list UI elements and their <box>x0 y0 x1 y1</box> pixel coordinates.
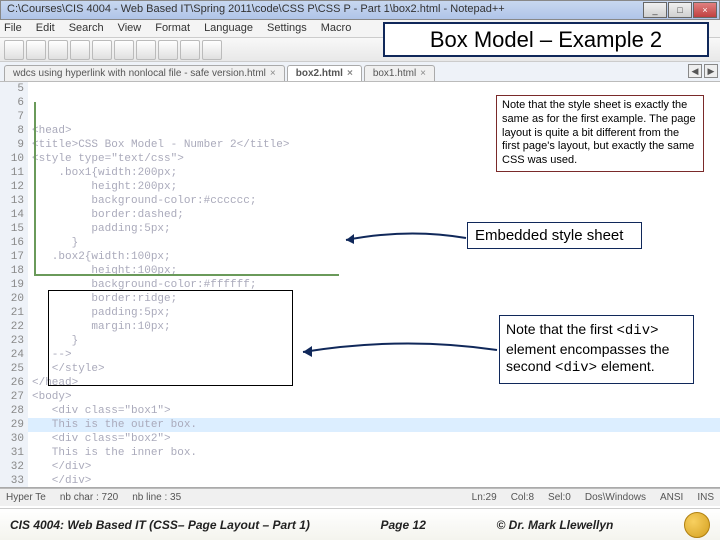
slide-title-callout: Box Model – Example 2 <box>383 22 709 57</box>
minimize-button[interactable]: _ <box>643 2 667 18</box>
code-text: <div> <box>555 360 597 376</box>
code-line: </div> <box>32 460 720 474</box>
close-icon[interactable]: × <box>420 68 426 79</box>
toolbar-button[interactable] <box>158 40 178 60</box>
arrow-to-style <box>338 226 468 250</box>
callout-nested-div: Note that the first <div> element encomp… <box>499 315 694 384</box>
close-icon[interactable]: × <box>270 68 276 79</box>
menu-settings[interactable]: Settings <box>267 22 307 35</box>
toolbar-button[interactable] <box>4 40 24 60</box>
code-line: background-color:#cccccc; <box>32 194 720 208</box>
menu-view[interactable]: View <box>118 22 142 35</box>
code-line: border:ridge; <box>32 292 720 306</box>
menu-edit[interactable]: Edit <box>36 22 55 35</box>
tab-file-1[interactable]: wdcs using hyperlink with nonlocal file … <box>4 65 285 81</box>
status-sel: Sel:0 <box>548 492 571 503</box>
toolbar-button[interactable] <box>202 40 222 60</box>
code-text: <div> <box>617 323 659 339</box>
code-line: </div> <box>32 474 720 488</box>
status-lines: nb line : 35 <box>132 492 181 503</box>
code-line: <body> <box>32 390 720 404</box>
status-col: Col:8 <box>511 492 534 503</box>
toolbar-button[interactable] <box>26 40 46 60</box>
close-button[interactable]: × <box>693 2 717 18</box>
toolbar-button[interactable] <box>136 40 156 60</box>
status-eol: Dos\Windows <box>585 492 646 503</box>
menu-format[interactable]: Format <box>155 22 190 35</box>
tab-prev-button[interactable]: ◀ <box>688 64 702 78</box>
footer-author: © Dr. Mark Llewellyn <box>496 518 613 532</box>
status-enc: ANSI <box>660 492 683 503</box>
toolbar-button[interactable] <box>180 40 200 60</box>
maximize-button[interactable]: □ <box>668 2 692 18</box>
tab-next-button[interactable]: ▶ <box>704 64 718 78</box>
close-icon[interactable]: × <box>347 68 353 79</box>
ucf-logo-icon <box>684 512 710 538</box>
slide-footer: CIS 4004: Web Based IT (CSS– Page Layout… <box>0 508 720 540</box>
footer-course: CIS 4004: Web Based IT (CSS– Page Layout… <box>10 518 310 532</box>
callout-note-css-same: Note that the style sheet is exactly the… <box>496 95 704 172</box>
code-line: <div class="box1"> <box>32 404 720 418</box>
status-ln: Ln:29 <box>472 492 497 503</box>
toolbar-button[interactable] <box>70 40 90 60</box>
tab-bar: wdcs using hyperlink with nonlocal file … <box>0 62 720 82</box>
tab-file-3[interactable]: box1.html × <box>364 65 435 81</box>
toolbar-button[interactable] <box>114 40 134 60</box>
menu-search[interactable]: Search <box>69 22 104 35</box>
code-line: This is the outer box. <box>32 418 720 432</box>
line-gutter: 5678910111213141516171819202122232425262… <box>0 82 28 487</box>
tab-nav: ◀ ▶ <box>688 64 718 78</box>
window-buttons: _ □ × <box>643 2 717 18</box>
code-line: This is the inner box. <box>32 446 720 460</box>
code-line: background-color:#ffffff; <box>32 278 720 292</box>
menu-language[interactable]: Language <box>204 22 253 35</box>
code-line: <div class="box2"> <box>32 432 720 446</box>
code-line: height:100px; <box>32 264 720 278</box>
status-ins: INS <box>697 492 714 503</box>
tab-label: wdcs using hyperlink with nonlocal file … <box>13 68 266 79</box>
window-titlebar: C:\Courses\CIS 4004 - Web Based IT\Sprin… <box>0 0 720 20</box>
callout-embedded-style: Embedded style sheet <box>467 222 642 249</box>
status-bar: Hyper Te nb char : 720 nb line : 35 Ln:2… <box>0 488 720 506</box>
text: element. <box>597 358 655 374</box>
menu-macro[interactable]: Macro <box>321 22 352 35</box>
menu-file[interactable]: File <box>4 22 22 35</box>
status-filetype: Hyper Te <box>6 492 46 503</box>
tab-file-2[interactable]: box2.html × <box>287 65 362 81</box>
toolbar-button[interactable] <box>92 40 112 60</box>
footer-page: Page 12 <box>381 518 426 532</box>
code-line: border:dashed; <box>32 208 720 222</box>
code-line: .box2{width:100px; <box>32 250 720 264</box>
window-title: C:\Courses\CIS 4004 - Web Based IT\Sprin… <box>7 3 505 15</box>
tab-label: box1.html <box>373 68 416 79</box>
code-line: height:200px; <box>32 180 720 194</box>
status-chars: nb char : 720 <box>60 492 118 503</box>
tab-label: box2.html <box>296 68 343 79</box>
toolbar-button[interactable] <box>48 40 68 60</box>
text: Note that the first <box>506 321 617 337</box>
arrow-to-div <box>293 330 499 370</box>
